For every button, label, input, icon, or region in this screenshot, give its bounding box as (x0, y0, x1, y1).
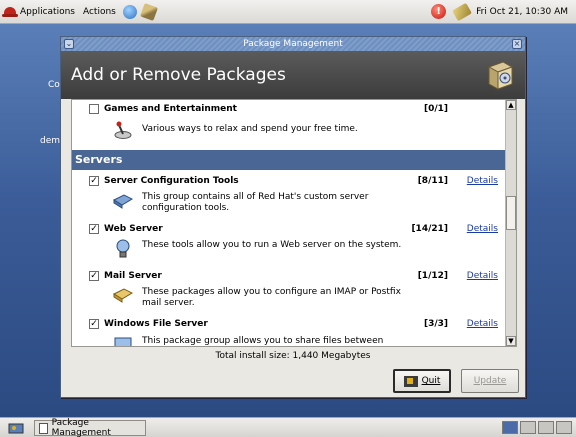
details-link[interactable]: Details (467, 224, 498, 234)
details-link[interactable]: Details (467, 176, 498, 186)
package-box-icon (487, 61, 514, 90)
quit-label: Quit (421, 376, 441, 386)
workspace-4[interactable] (556, 421, 572, 434)
package-group-list[interactable]: Games and Entertainment [0/1] Various wa… (71, 99, 517, 347)
tools-icon (139, 2, 158, 21)
group-name: Web Server (104, 224, 163, 234)
server-tools-icon (112, 194, 134, 209)
page-title: Add or Remove Packages (71, 65, 286, 85)
update-button[interactable]: Update (461, 369, 519, 393)
alert-icon: ! (431, 4, 447, 19)
top-panel: Applications Actions ! Fri Oct 21, 10:30… (0, 0, 576, 24)
globe-icon (122, 4, 137, 19)
details-link[interactable]: Details (467, 271, 498, 281)
bottom-panel: Package Management (0, 417, 576, 437)
file-server-icon (114, 337, 132, 346)
update-alert[interactable]: ! (429, 0, 448, 23)
group-count: [3/3] (423, 319, 448, 329)
desktop-icon-label[interactable]: dem (40, 136, 60, 146)
scroll-thumb[interactable] (506, 196, 516, 230)
mail-server-checkbox[interactable]: ✓ (89, 271, 99, 281)
web-server-icon (116, 239, 130, 258)
list-item: ✓ Web Server [14/21] Details These tools… (72, 222, 506, 268)
quit-button[interactable]: Quit (393, 369, 451, 393)
group-description: This package group allows you to share f… (142, 336, 384, 346)
group-name: Games and Entertainment (104, 104, 237, 114)
redhat-icon (2, 7, 18, 17)
list-scrollbar[interactable]: ▲ ▼ (505, 100, 516, 346)
clock-text: Fri Oct 21, 10:30 AM (476, 6, 568, 17)
mail-icon (112, 288, 134, 303)
windows-file-server-checkbox[interactable]: ✓ (89, 319, 99, 329)
group-count: [0/1] (423, 104, 448, 114)
scroll-down-arrow-icon[interactable]: ▼ (506, 336, 516, 346)
section-servers: Servers (72, 150, 506, 170)
group-name: Mail Server (104, 271, 162, 281)
window-menu-button[interactable]: ⌄ (64, 39, 74, 49)
notes-launcher[interactable] (448, 0, 473, 23)
total-install-size: Total install size: 1,440 Megabytes (215, 351, 371, 361)
details-link[interactable]: Details (467, 319, 498, 329)
desktop-icon-label[interactable]: Co (48, 80, 60, 90)
group-description: Various ways to relax and spend your fre… (142, 124, 358, 134)
workspace-3[interactable] (538, 421, 554, 434)
actions-label: Actions (82, 6, 116, 17)
server-config-checkbox[interactable]: ✓ (89, 176, 99, 186)
group-count: [8/11] (417, 176, 448, 186)
list-item: ✓ Windows File Server [3/3] Details This… (72, 317, 506, 346)
taskbar-label: Package Management (51, 418, 111, 437)
games-checkbox[interactable] (89, 104, 99, 114)
scroll-up-arrow-icon[interactable]: ▲ (506, 100, 516, 110)
list-item: ✓ Mail Server [1/12] Details These packa… (72, 269, 506, 317)
group-description: These tools allow you to run a Web serve… (142, 240, 402, 250)
applications-menu[interactable]: Applications (0, 0, 79, 23)
actions-menu[interactable]: Actions (79, 0, 120, 23)
joystick-icon (114, 121, 132, 139)
window-titlebar[interactable]: ⌄ Package Management × (61, 37, 525, 51)
group-name: Windows File Server (104, 319, 208, 329)
close-button[interactable]: × (512, 39, 522, 49)
show-desktop-icon[interactable] (8, 422, 24, 434)
document-icon (39, 422, 48, 434)
update-label: Update (473, 376, 507, 386)
workspace-2[interactable] (520, 421, 536, 434)
group-description: This group contains all of Red Hat's cus… (142, 192, 369, 213)
header-banner: Add or Remove Packages (61, 51, 525, 99)
tools-launcher[interactable] (138, 0, 158, 23)
browser-launcher[interactable] (120, 0, 138, 23)
group-description: These packages allow you to configure an… (142, 287, 401, 308)
workspace-1[interactable] (502, 421, 518, 434)
window-title: Package Management (243, 39, 343, 49)
package-management-window: ⌄ Package Management × Add or Remove Pac… (60, 36, 526, 398)
group-name: Server Configuration Tools (104, 176, 239, 186)
group-count: [14/21] (411, 224, 448, 234)
applications-label: Applications (20, 6, 75, 17)
list-item: Games and Entertainment [0/1] Various wa… (72, 100, 506, 148)
quit-icon (403, 375, 418, 387)
clock[interactable]: Fri Oct 21, 10:30 AM (472, 0, 576, 23)
group-count: [1/12] (417, 271, 448, 281)
web-server-checkbox[interactable]: ✓ (89, 224, 99, 234)
list-item: ✓ Server Configuration Tools [8/11] Deta… (72, 174, 506, 222)
taskbar-button-package-management[interactable]: Package Management (34, 418, 146, 437)
pencil-icon (452, 2, 473, 21)
